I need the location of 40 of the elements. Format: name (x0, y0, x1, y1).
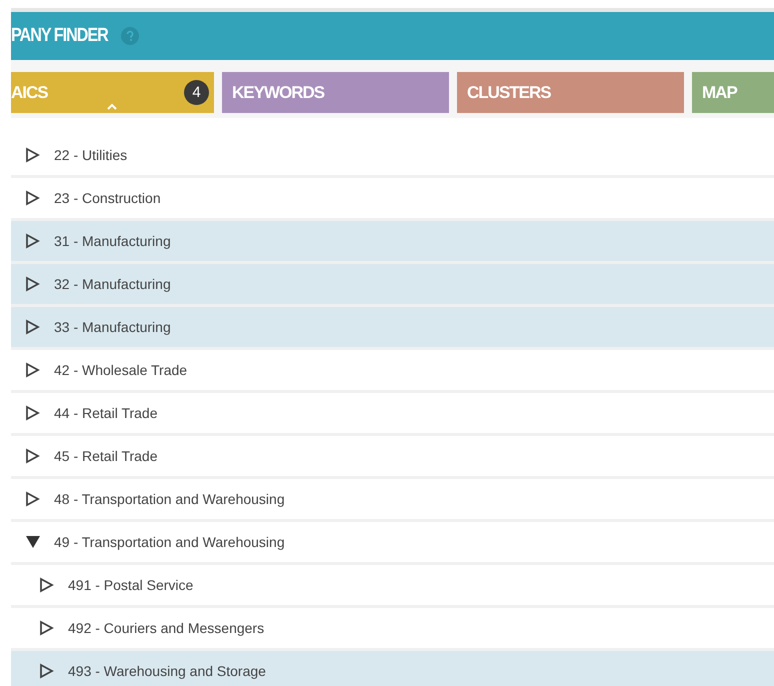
tree-label: 45 - Retail Trade (54, 448, 158, 464)
tree-row[interactable]: 491 - Postal Service (11, 565, 774, 608)
triangle-right-icon[interactable] (39, 620, 55, 636)
tree-label: 44 - Retail Trade (54, 405, 158, 421)
triangle-right-icon[interactable] (39, 663, 55, 679)
tree-label: 49 - Transportation and Warehousing (54, 534, 285, 550)
tree-label: 23 - Construction (54, 190, 161, 206)
tree-row[interactable]: 33 - Manufacturing (11, 307, 774, 350)
triangle-right-icon[interactable] (25, 276, 41, 292)
count-badge: 4 (184, 80, 209, 105)
app-title: PANY FINDER (11, 25, 108, 47)
triangle-down-icon[interactable] (25, 534, 41, 550)
tree-label: 31 - Manufacturing (54, 233, 171, 249)
tree-row[interactable]: 42 - Wholesale Trade (11, 350, 774, 393)
tab[interactable]: AICS 4 (11, 72, 214, 113)
tree-label: 33 - Manufacturing (54, 319, 171, 335)
tree-row[interactable]: 493 - Warehousing and Storage (11, 651, 774, 686)
triangle-right-icon[interactable] (25, 362, 41, 378)
tree-row[interactable]: 49 - Transportation and Warehousing (11, 522, 774, 565)
triangle-right-icon[interactable] (39, 577, 55, 593)
tree-row[interactable]: 48 - Transportation and Warehousing (11, 479, 774, 522)
tree-label: 491 - Postal Service (68, 577, 194, 593)
tree-row[interactable]: 44 - Retail Trade (11, 393, 774, 436)
tree-label: 492 - Couriers and Messengers (68, 620, 264, 636)
triangle-right-icon[interactable] (25, 319, 41, 335)
tree-label: 22 - Utilities (54, 147, 128, 163)
tree-row[interactable]: 31 - Manufacturing (11, 221, 774, 264)
tree-label: 32 - Manufacturing (54, 276, 171, 292)
triangle-right-icon[interactable] (25, 190, 41, 206)
tree-row[interactable]: 32 - Manufacturing (11, 264, 774, 307)
triangle-right-icon[interactable] (25, 147, 41, 163)
triangle-right-icon[interactable] (25, 448, 41, 464)
tree-row[interactable]: 45 - Retail Trade (11, 436, 774, 479)
triangle-right-icon[interactable] (25, 233, 41, 249)
tree-label: 493 - Warehousing and Storage (68, 663, 266, 679)
triangle-right-icon[interactable] (25, 405, 41, 421)
tree-row[interactable]: 22 - Utilities (11, 135, 774, 178)
triangle-right-icon[interactable] (25, 491, 41, 507)
tree-label: 42 - Wholesale Trade (54, 362, 188, 378)
tree-label: 48 - Transportation and Warehousing (54, 491, 285, 507)
